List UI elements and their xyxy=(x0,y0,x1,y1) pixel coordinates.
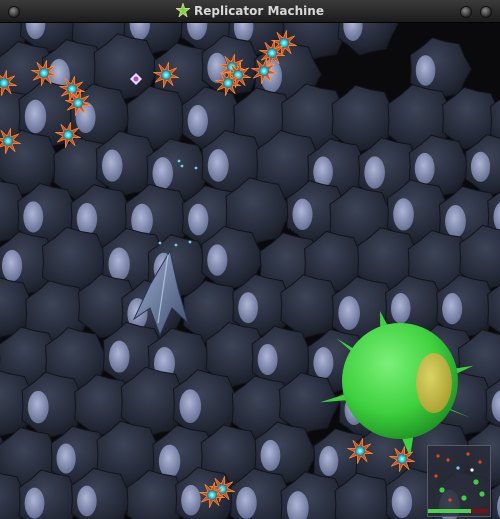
cell-eye xyxy=(27,390,49,424)
enemy-core xyxy=(267,48,277,58)
cell-eye xyxy=(179,389,202,423)
cell-eye xyxy=(77,485,97,517)
cell-eye xyxy=(101,149,123,182)
ship-particle xyxy=(174,243,178,247)
enemy-core xyxy=(259,66,269,76)
enemy-core xyxy=(161,70,171,80)
minimap-dot xyxy=(461,495,467,501)
enemy-core xyxy=(73,98,83,108)
cell-eye xyxy=(442,293,463,325)
cell-eye xyxy=(1,249,23,282)
cell-eye xyxy=(187,105,208,137)
ship-particle xyxy=(194,166,198,170)
minimap-dot xyxy=(448,498,452,502)
blob-eye xyxy=(416,353,452,413)
cell-eye xyxy=(391,486,413,519)
cell-eye xyxy=(109,340,130,373)
minimap-map xyxy=(434,452,485,502)
minimap-dot xyxy=(436,454,440,458)
enemy-core xyxy=(39,68,49,78)
minimap-dot xyxy=(434,474,438,478)
minimap-dot xyxy=(479,491,485,497)
cell-eye xyxy=(76,202,98,235)
minimize-button[interactable] xyxy=(460,6,472,18)
green-star-icon xyxy=(176,3,190,17)
minimap-dot xyxy=(473,479,479,485)
cell-eye xyxy=(56,443,76,474)
minimap-dot xyxy=(439,487,445,493)
enemy-core xyxy=(355,446,365,456)
title-bar[interactable]: Replicator Machine xyxy=(0,0,500,23)
cell-eye xyxy=(260,439,281,471)
cell-eye xyxy=(207,149,229,182)
minimap-dot xyxy=(456,466,460,470)
minimap-dot xyxy=(466,452,470,456)
cell-eye xyxy=(390,293,411,324)
cell-eye xyxy=(238,292,259,324)
enemy-core xyxy=(223,78,233,88)
enemy-core xyxy=(63,130,73,140)
game-scene[interactable] xyxy=(0,23,500,519)
cell-eye xyxy=(393,198,414,231)
game-window: Replicator Machine xyxy=(0,0,500,519)
cell-eye xyxy=(152,157,174,190)
cell-eye xyxy=(108,247,130,281)
minimap-dot xyxy=(446,458,450,462)
enemy-core xyxy=(397,454,407,464)
game-viewport[interactable] xyxy=(0,23,500,519)
cell-eye xyxy=(364,156,385,189)
cell-eye xyxy=(181,484,201,516)
window-menu-button[interactable] xyxy=(8,6,20,18)
window-title: Replicator Machine xyxy=(0,0,500,22)
enemy-core xyxy=(3,136,13,146)
cell-eye xyxy=(236,486,257,519)
cell-eye xyxy=(338,296,360,330)
ship-particle xyxy=(188,240,192,244)
minimap-dot xyxy=(470,468,474,472)
ship-particle xyxy=(177,159,181,163)
close-button[interactable] xyxy=(480,6,492,18)
cell-eye xyxy=(158,444,181,479)
health-bar xyxy=(428,509,488,513)
cell-eye xyxy=(319,445,339,477)
ship-particle xyxy=(158,241,162,245)
cell-eye xyxy=(24,99,47,134)
cell-eye xyxy=(414,152,435,184)
cell-eye xyxy=(292,198,313,231)
enemy-core xyxy=(67,84,77,94)
cell-eye xyxy=(257,343,278,376)
minimap-dot xyxy=(478,460,482,464)
cell-creature xyxy=(337,23,399,56)
cell-eye xyxy=(24,487,45,519)
enemy-core xyxy=(207,490,217,500)
minimap[interactable] xyxy=(427,445,491,517)
health-bar-fill xyxy=(428,509,472,513)
cell-eye xyxy=(313,347,334,379)
window-title-text: Replicator Machine xyxy=(194,4,324,18)
cell-eye xyxy=(188,203,209,236)
cell-eye xyxy=(207,244,228,276)
cell-eye xyxy=(415,55,436,86)
ship-particle xyxy=(180,164,184,168)
cell-eye xyxy=(23,201,44,233)
cell-eye xyxy=(445,205,466,238)
cell-eye xyxy=(470,151,491,182)
